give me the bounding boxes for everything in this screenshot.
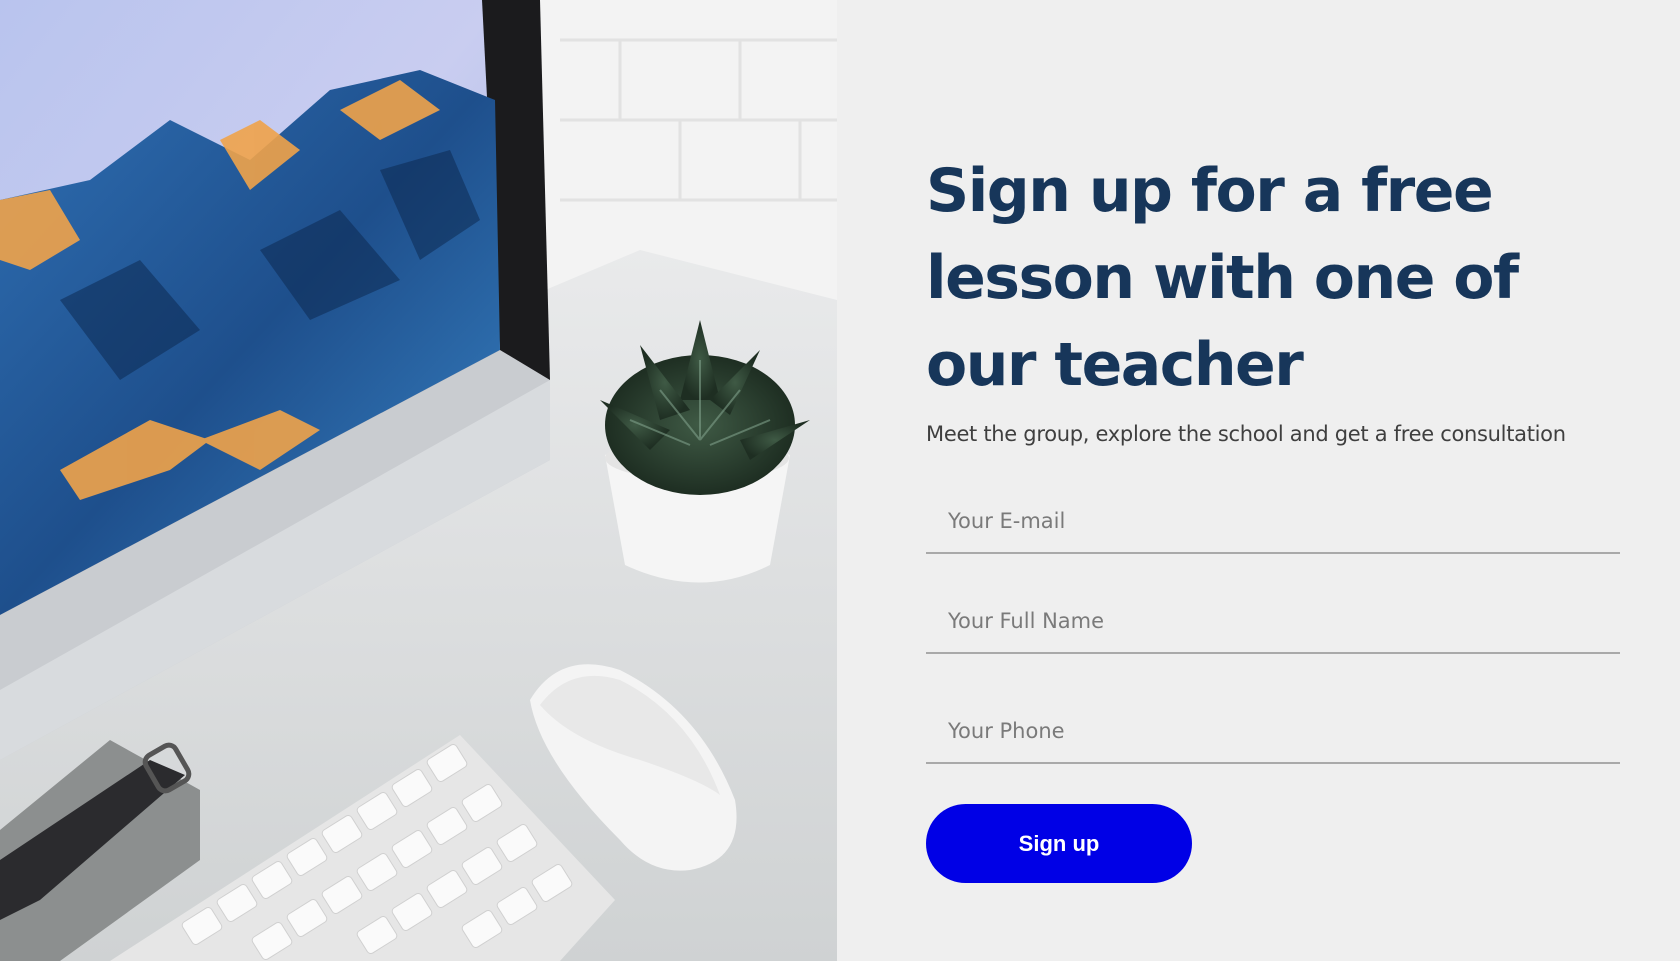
full-name-field-wrapper bbox=[926, 590, 1620, 654]
signup-page: Sign up for a free lesson with one of ou… bbox=[0, 0, 1680, 961]
phone-field-wrapper bbox=[926, 700, 1620, 764]
page-subtitle: Meet the group, explore the school and g… bbox=[926, 422, 1566, 446]
page-title: Sign up for a free lesson with one of ou… bbox=[926, 156, 1519, 400]
phone-input[interactable] bbox=[926, 700, 1620, 762]
hero-photo bbox=[0, 0, 837, 961]
email-input[interactable] bbox=[926, 490, 1620, 552]
signup-panel: Sign up for a free lesson with one of ou… bbox=[837, 0, 1680, 961]
desk-illustration bbox=[0, 0, 837, 961]
full-name-input[interactable] bbox=[926, 590, 1620, 652]
signup-button[interactable]: Sign up bbox=[926, 804, 1192, 883]
email-field-wrapper bbox=[926, 490, 1620, 554]
